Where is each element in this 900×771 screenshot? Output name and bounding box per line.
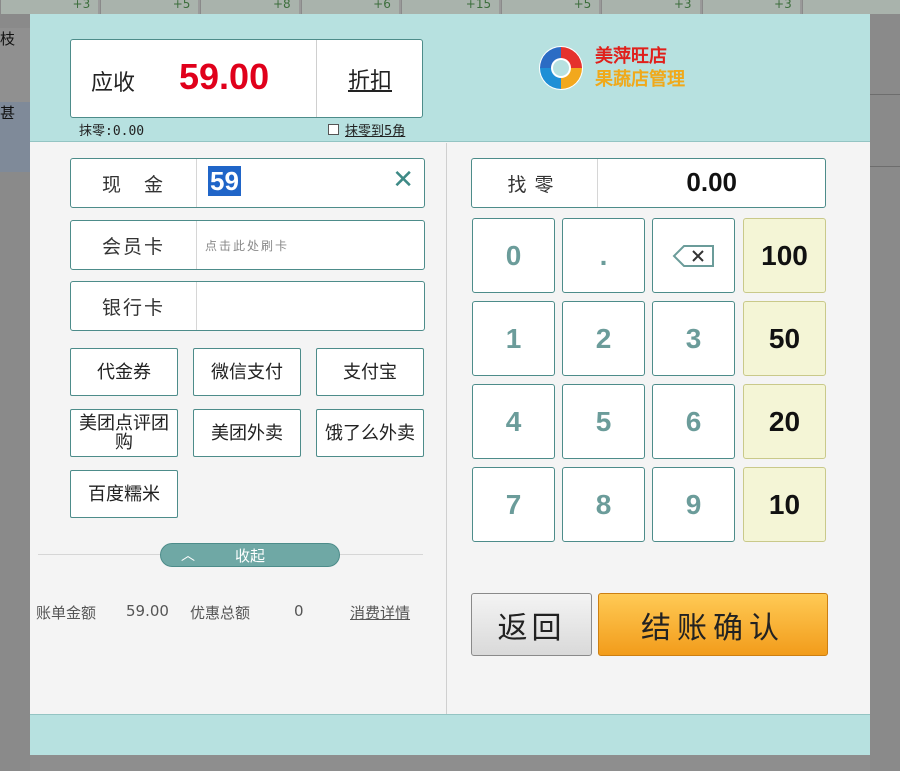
backspace-key[interactable] xyxy=(652,218,735,293)
change-label: 找零 xyxy=(472,159,598,207)
column-divider xyxy=(446,143,447,714)
discount-total-label: 优惠总额 xyxy=(190,604,251,622)
background-toolbar: +3 +5 +8 +6 +15 +5 +3 +3 xyxy=(0,0,900,14)
bg-cell: +5 xyxy=(100,0,199,14)
brand-subtitle: 果蔬店管理 xyxy=(595,69,685,90)
change-field: 找零 0.00 xyxy=(471,158,826,208)
eleme-button[interactable]: 饿了么外卖 xyxy=(316,409,424,457)
bill-amount-label: 账单金额 xyxy=(36,604,97,622)
key-7[interactable]: 7 xyxy=(472,467,555,542)
voucher-button[interactable]: 代金券 xyxy=(70,348,178,396)
bg-cell: +15 xyxy=(400,0,500,14)
meituan-dianping-button[interactable]: 美团点评团购 xyxy=(70,409,178,457)
meituan-waimai-button[interactable]: 美团外卖 xyxy=(193,409,301,457)
brand-logo-block: 美萍旺店 果蔬店管理 xyxy=(537,44,685,92)
member-card-label: 会员卡 xyxy=(71,221,197,269)
key-decimal[interactable]: . xyxy=(562,218,645,293)
bg-cell: +3 xyxy=(0,0,99,14)
alipay-button[interactable]: 支付宝 xyxy=(316,348,424,396)
key-8[interactable]: 8 xyxy=(562,467,645,542)
key-9[interactable]: 9 xyxy=(652,467,735,542)
quick-amount-20[interactable]: 20 xyxy=(743,384,826,459)
background-left-panel: 枝 甚 xyxy=(0,14,30,771)
bg-cell: +8 xyxy=(200,0,299,14)
change-value: 0.00 xyxy=(686,167,737,197)
quick-amount-10[interactable]: 10 xyxy=(743,467,826,542)
consumption-details-link[interactable]: 消费详情 xyxy=(350,602,410,623)
bg-cell: +5 xyxy=(501,0,600,14)
round-to-5-checkbox[interactable]: 抹零到5角 xyxy=(328,120,405,139)
brand-logo-icon xyxy=(539,46,583,90)
chevron-up-icon: ︿ xyxy=(181,548,195,564)
baidu-nuomi-button[interactable]: 百度糯米 xyxy=(70,470,178,518)
bg-cell xyxy=(801,0,900,14)
amount-due-box: 应收 59.00 折扣 xyxy=(70,39,423,118)
bg-cell: +3 xyxy=(701,0,800,14)
key-3[interactable]: 3 xyxy=(652,301,735,376)
amount-due-label: 应收 xyxy=(91,71,136,96)
checkout-dialog: 应收 59.00 折扣 抹零:0.00 抹零到5角 美萍旺店 果蔬店管理 现 金… xyxy=(30,14,870,755)
cash-input-value[interactable]: 59 xyxy=(208,166,241,196)
cash-field[interactable]: 现 金 59 ✕ xyxy=(70,158,425,208)
collapse-label: 收起 xyxy=(235,546,266,565)
quick-amount-100[interactable]: 100 xyxy=(743,218,826,293)
checkbox-box[interactable] xyxy=(328,124,339,135)
bill-amount-value: 59.00 xyxy=(126,602,169,620)
dialog-header: 应收 59.00 折扣 抹零:0.00 抹零到5角 美萍旺店 果蔬店管理 xyxy=(30,14,870,142)
wechat-pay-button[interactable]: 微信支付 xyxy=(193,348,301,396)
background-right-panel xyxy=(870,14,900,771)
discount-total-value: 0 xyxy=(294,602,304,620)
bg-cell: +6 xyxy=(300,0,399,14)
round-to-5-label[interactable]: 抹零到5角 xyxy=(345,120,405,139)
quick-amount-50[interactable]: 50 xyxy=(743,301,826,376)
key-5[interactable]: 5 xyxy=(562,384,645,459)
collapse-button[interactable]: ︿ 收起 xyxy=(160,543,340,567)
bank-card-field[interactable]: 银行卡 xyxy=(70,281,425,331)
key-2[interactable]: 2 xyxy=(562,301,645,376)
member-card-placeholder[interactable]: 点击此处刷卡 xyxy=(205,237,289,254)
bg-cell: +3 xyxy=(601,0,700,14)
rounding-amount: 抹零:0.00 xyxy=(79,124,145,139)
bg-left-item: 枝 xyxy=(0,28,30,108)
confirm-checkout-button[interactable]: 结账确认 xyxy=(598,593,828,656)
bg-divider xyxy=(870,166,900,167)
bg-divider xyxy=(870,94,900,95)
key-1[interactable]: 1 xyxy=(472,301,555,376)
clear-icon[interactable]: ✕ xyxy=(392,165,414,195)
brand-name: 美萍旺店 xyxy=(595,46,667,67)
amount-due-value: 59.00 xyxy=(179,56,270,97)
back-button[interactable]: 返回 xyxy=(471,593,592,656)
key-0[interactable]: 0 xyxy=(472,218,555,293)
key-6[interactable]: 6 xyxy=(652,384,735,459)
bank-card-label: 银行卡 xyxy=(71,282,197,330)
member-card-field[interactable]: 会员卡 点击此处刷卡 xyxy=(70,220,425,270)
cash-label: 现 金 xyxy=(71,159,197,207)
key-4[interactable]: 4 xyxy=(472,384,555,459)
discount-button[interactable]: 折扣 xyxy=(316,40,423,117)
brand-text: 美萍旺店 果蔬店管理 xyxy=(595,45,685,91)
backspace-icon xyxy=(672,244,714,267)
dialog-footer xyxy=(30,714,870,755)
bg-left-item: 甚 xyxy=(0,102,30,172)
